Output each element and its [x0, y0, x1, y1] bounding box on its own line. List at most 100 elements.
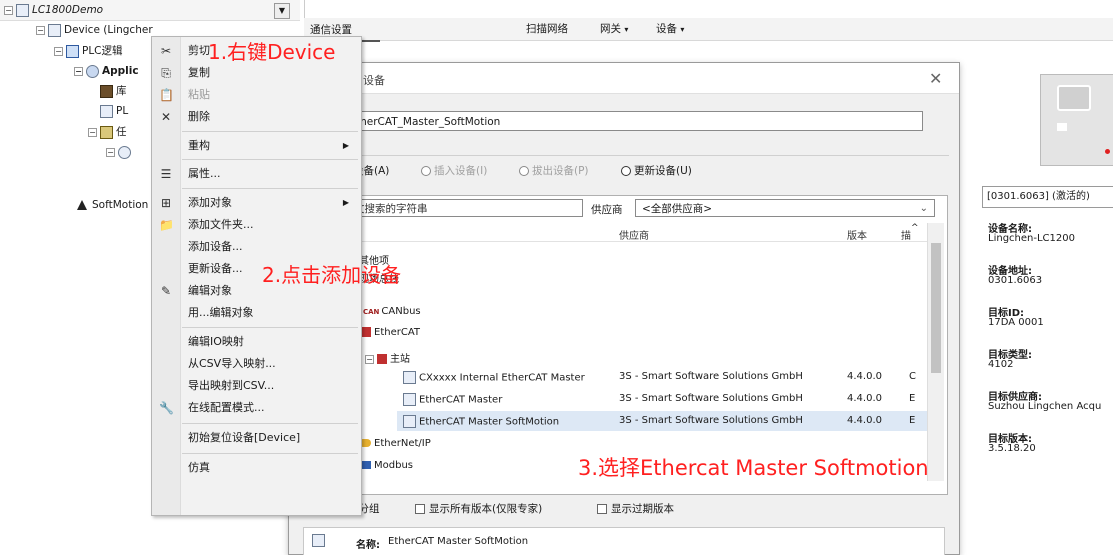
- menu-item-add-folder[interactable]: 📁 添加文件夹...: [152, 214, 359, 236]
- project-icon: [16, 3, 29, 17]
- device-row-version: 4.4.0.0: [847, 415, 882, 426]
- menu-item-refactor[interactable]: 重构 ▶: [152, 135, 359, 157]
- edit-icon: ✎: [160, 284, 172, 298]
- catalog-scrollbar[interactable]: [927, 223, 944, 481]
- menu-item-label: 仿真: [188, 461, 210, 474]
- tree-item-plc-logic[interactable]: − PLC逻辑: [54, 42, 123, 60]
- device-name-field[interactable]: therCAT_Master_SoftMotion: [349, 111, 923, 131]
- column-vendor[interactable]: 供应商: [619, 227, 649, 242]
- column-description[interactable]: 描: [901, 227, 911, 242]
- device-row-version: 4.4.0.0: [847, 371, 882, 382]
- vendor-label: 供应商: [591, 204, 623, 216]
- action-update-device[interactable]: 更新设备(U): [621, 163, 692, 178]
- device-row-vendor: 3S - Smart Software Solutions GmbH: [619, 393, 803, 404]
- tree-item-task[interactable]: −: [106, 143, 134, 161]
- collapse-icon[interactable]: −: [36, 25, 45, 35]
- annotation-step3: 3.选择Ethercat Master Softmotion: [578, 456, 929, 480]
- menu-item-properties[interactable]: ☰ 属性...: [152, 163, 359, 185]
- task-config-icon: [100, 125, 113, 139]
- menu-item-delete[interactable]: ✕ 删除: [152, 106, 359, 128]
- tree-node-modbus[interactable]: Modbus: [359, 460, 413, 471]
- device-row-name[interactable]: CXxxxx Internal EtherCAT Master: [403, 371, 585, 384]
- chevron-right-icon: ▶: [342, 141, 349, 150]
- show-all-versions-label: 显示所有版本(仅限专家): [429, 503, 543, 515]
- device-row-name[interactable]: EtherCAT Master SoftMotion: [403, 415, 559, 428]
- library-label: 库: [116, 85, 127, 97]
- tree-item-application[interactable]: − Applic: [74, 62, 139, 80]
- device-menu[interactable]: 设备 ▾: [656, 21, 684, 36]
- tree-node-master[interactable]: − 主站: [365, 350, 410, 365]
- tree-root[interactable]: − LC1800Demo: [4, 1, 103, 19]
- collapse-icon[interactable]: −: [88, 127, 97, 137]
- radio-icon: [519, 166, 529, 176]
- tree-dropdown-button[interactable]: ▼: [274, 3, 290, 19]
- ethernetip-label: EtherNet/IP: [374, 438, 431, 449]
- device-icon: [403, 371, 416, 384]
- application-label: Applic: [102, 65, 139, 77]
- tree-item-device[interactable]: − Device (Lingcher: [36, 21, 153, 39]
- menu-item-reset-origin[interactable]: 初始复位设备[Device]: [152, 427, 359, 449]
- vendor-select[interactable]: <全部供应商> ⌄: [635, 199, 935, 217]
- plc-logic-label: PLC逻辑: [82, 45, 123, 57]
- menu-item-label: 用...编辑对象: [188, 306, 254, 319]
- device-row-desc: E: [909, 415, 916, 426]
- checkbox-icon: [415, 504, 425, 514]
- scan-network-button[interactable]: 扫描网络: [526, 21, 568, 36]
- menu-item-label: 添加文件夹...: [188, 218, 254, 231]
- tree-item-task-config[interactable]: − 任: [88, 123, 127, 141]
- modbus-label: Modbus: [374, 460, 413, 471]
- menu-item-label: 属性...: [188, 167, 221, 180]
- menu-item-label: 编辑IO映射: [188, 335, 244, 348]
- menu-item-import-csv[interactable]: 从CSV导入映射...: [152, 353, 359, 375]
- scissors-icon: ✂: [160, 44, 172, 58]
- menu-item-add-object[interactable]: ⊞ 添加对象 ▶: [152, 192, 359, 214]
- menu-item-add-device[interactable]: 添加设备...: [152, 236, 359, 258]
- row-name-label: EtherCAT Master SoftMotion: [419, 416, 560, 428]
- softmotion-icon: [76, 199, 88, 211]
- show-all-versions-checkbox[interactable]: 显示所有版本(仅限专家): [415, 501, 542, 516]
- device-id-box[interactable]: [0301.6063] (激活的): [982, 186, 1113, 208]
- tree-item-plc-prg[interactable]: PL: [100, 102, 128, 120]
- menu-item-label: 添加设备...: [188, 240, 243, 253]
- device-info-panel: [0301.6063] (激活的) 设备名称: Lingchen-LC1200 …: [958, 180, 1113, 553]
- gateway-menu[interactable]: 网关 ▾: [600, 21, 628, 36]
- scrollbar-thumb[interactable]: [931, 243, 941, 373]
- show-outdated-checkbox[interactable]: 显示过期版本: [597, 501, 674, 516]
- collapse-icon[interactable]: −: [365, 354, 374, 364]
- radio-icon: [621, 166, 631, 176]
- menu-item-label: 从CSV导入映射...: [188, 357, 276, 370]
- action-plug-device[interactable]: 拔出设备(P): [519, 163, 589, 178]
- tree-node-ethernetip[interactable]: EtherNet/IP: [359, 438, 431, 449]
- close-icon[interactable]: ✕: [929, 69, 942, 88]
- annotation-step1: 1.右键Device: [208, 40, 336, 64]
- device-icon: [48, 23, 61, 37]
- menu-item-label: 初始复位设备[Device]: [188, 431, 301, 444]
- menu-item-edit-io-mapping[interactable]: 编辑IO映射: [152, 331, 359, 353]
- menu-item-online-config[interactable]: 🔧 在线配置模式...: [152, 397, 359, 419]
- collapse-icon[interactable]: −: [106, 147, 115, 157]
- tree-item-library[interactable]: 库: [100, 82, 127, 100]
- column-version[interactable]: 版本: [847, 227, 867, 242]
- collapse-icon[interactable]: −: [4, 5, 13, 15]
- menu-item-edit-object-with[interactable]: 用...编辑对象: [152, 302, 359, 324]
- device-row-name[interactable]: EtherCAT Master: [403, 393, 502, 406]
- collapse-icon[interactable]: −: [54, 46, 63, 56]
- menu-item-export-csv[interactable]: 导出映射到CSV...: [152, 375, 359, 397]
- row-name-label: CXxxxx Internal EtherCAT Master: [419, 372, 585, 384]
- device-info-icon: [312, 534, 325, 547]
- menu-separator: [182, 327, 358, 328]
- collapse-icon[interactable]: −: [74, 66, 83, 76]
- search-input[interactable]: 文搜索的字符串: [347, 199, 583, 217]
- action-insert-device[interactable]: 插入设备(I): [421, 163, 487, 178]
- add-object-icon: ⊞: [160, 196, 172, 210]
- menu-item-copy[interactable]: ⎘ 复制: [152, 62, 359, 84]
- tree-item-softmotion[interactable]: SoftMotion: [76, 196, 148, 214]
- menu-separator: [182, 131, 358, 132]
- tree-node-ethercat[interactable]: EtherCAT: [361, 327, 420, 338]
- chevron-down-icon: ▾: [624, 25, 629, 34]
- device-row-vendor: 3S - Smart Software Solutions GmbH: [619, 371, 803, 382]
- menu-item-simulation[interactable]: 仿真: [152, 457, 359, 479]
- menu-item-paste[interactable]: 📋 粘贴: [152, 84, 359, 106]
- tree-node-canbus[interactable]: CAN CANbus: [363, 306, 421, 317]
- device-row-desc: E: [909, 393, 916, 404]
